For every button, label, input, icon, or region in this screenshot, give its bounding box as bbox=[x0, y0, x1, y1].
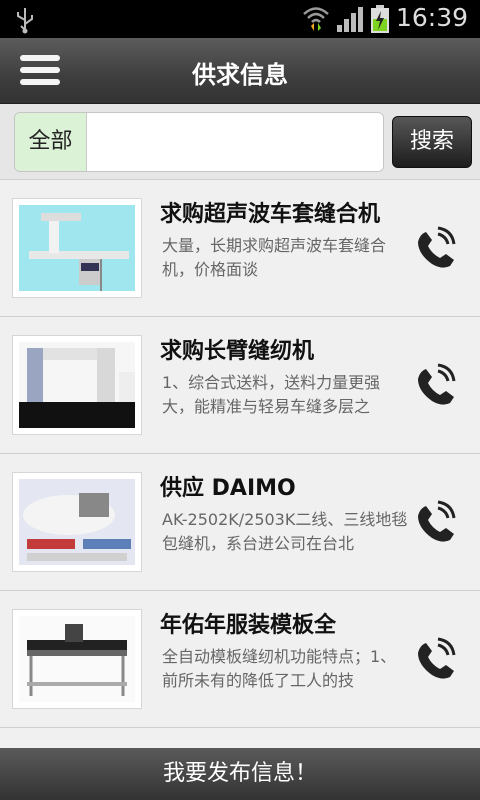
item-description: 大量，长期求购超声波车套缝合机，价格面谈 bbox=[162, 236, 387, 279]
status-bar: 16:39 bbox=[0, 0, 480, 38]
phone-icon[interactable] bbox=[412, 635, 460, 683]
clock: 16:39 bbox=[396, 3, 469, 32]
phone-icon[interactable] bbox=[412, 361, 460, 409]
item-thumbnail bbox=[12, 472, 142, 572]
item-description: 1、综合式送料，送料力量更强大，能精准与轻易车缝多层之 bbox=[162, 373, 381, 416]
signal-icon bbox=[337, 7, 363, 32]
wifi-icon bbox=[303, 7, 329, 31]
item-thumbnail bbox=[12, 609, 142, 709]
item-title: 求购长臂缝纫机 bbox=[160, 339, 315, 364]
item-description: 全自动模板缝纫机功能特点；1、前所未有的降低了工人的技 bbox=[162, 647, 397, 690]
battery-icon bbox=[371, 5, 389, 33]
search-input[interactable] bbox=[88, 113, 383, 171]
item-title: 求购超声波车套缝合机 bbox=[160, 202, 381, 227]
phone-icon[interactable] bbox=[412, 224, 460, 272]
item-title: 年佑年服装模板全 bbox=[160, 613, 337, 638]
item-title: 供应 DAIMO bbox=[160, 476, 296, 501]
supply-demand-list: 求购超声波车套缝合机 大量，长期求购超声波车套缝合机，价格面谈 求购长臂缝纫机 … bbox=[0, 180, 480, 728]
list-item[interactable]: 求购长臂缝纫机 1、综合式送料，送料力量更强大，能精准与轻易车缝多层之 bbox=[0, 317, 480, 454]
list-item[interactable]: 求购超声波车套缝合机 大量，长期求购超声波车套缝合机，价格面谈 bbox=[0, 180, 480, 317]
item-thumbnail bbox=[12, 335, 142, 435]
search-button[interactable]: 搜索 bbox=[392, 116, 472, 168]
category-selector[interactable]: 全部 bbox=[15, 113, 87, 171]
list-item[interactable]: 供应 DAIMO AK-2502K/2503K二线、三线地毯包缝机，系台进公司在… bbox=[0, 454, 480, 591]
item-description: AK-2502K/2503K二线、三线地毯包缝机，系台进公司在台北 bbox=[162, 510, 408, 553]
list-item-partial bbox=[0, 728, 480, 748]
item-thumbnail bbox=[12, 198, 142, 298]
phone-icon[interactable] bbox=[412, 498, 460, 546]
list-item[interactable]: 年佑年服装模板全 全自动模板缝纫机功能特点；1、前所未有的降低了工人的技 bbox=[0, 591, 480, 728]
title-bar: 供求信息 bbox=[0, 38, 480, 104]
usb-icon bbox=[17, 8, 33, 34]
publish-button[interactable]: 我要发布信息！ bbox=[0, 748, 480, 800]
page-title: 供求信息 bbox=[192, 61, 288, 89]
search-box: 全部 bbox=[14, 112, 384, 172]
search-bar: 全部 搜索 bbox=[0, 104, 480, 180]
